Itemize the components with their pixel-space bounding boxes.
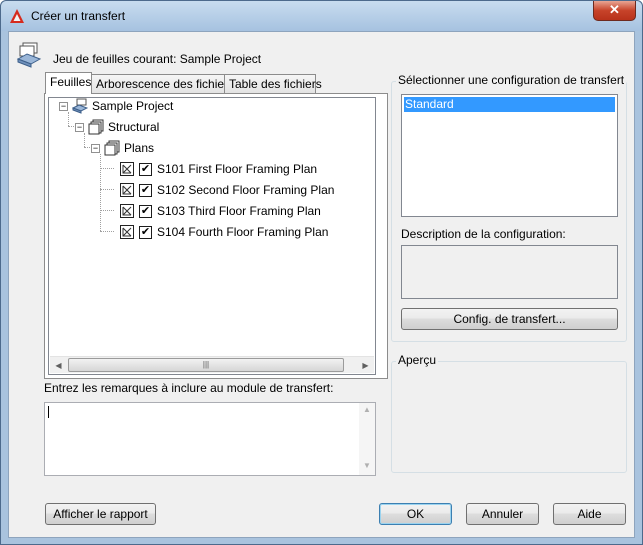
- scroll-thumb[interactable]: |||: [68, 358, 344, 372]
- help-button[interactable]: Aide: [553, 503, 626, 525]
- sheet-checkbox[interactable]: ✔: [139, 163, 152, 176]
- current-sheet-set-label: Jeu de feuilles courant: Sample Project: [53, 52, 262, 66]
- dialog-client-area: Jeu de feuilles courant: Sample Project …: [8, 31, 635, 538]
- sheet-icon: [120, 162, 134, 176]
- sheet-checkbox[interactable]: ✔: [139, 226, 152, 239]
- autocad-app-icon: [10, 9, 24, 23]
- dialog-window: Créer un transfert ✕ Jeu de feuilles cou…: [0, 0, 643, 545]
- collapse-icon[interactable]: −: [91, 144, 100, 153]
- sheet-label: S103 Third Floor Framing Plan: [157, 204, 321, 218]
- sheet-label: S101 First Floor Framing Plan: [157, 162, 318, 176]
- scroll-left-icon[interactable]: ◀: [50, 357, 67, 374]
- tab-file-table[interactable]: Table des fichiers: [224, 74, 322, 93]
- tree-node-sheet[interactable]: ✔ S103 Third Floor Framing Plan: [49, 203, 369, 219]
- tree-node-sheet[interactable]: ✔ S101 First Floor Framing Plan: [49, 161, 369, 177]
- sheet-icon: [120, 225, 134, 239]
- config-description-box: [401, 245, 618, 299]
- tree-node-plans-label: Plans: [124, 141, 155, 155]
- sheets-tab-panel: − Sample Project − Structural − Plans ✔ …: [44, 93, 388, 379]
- sheet-set-icon: [16, 42, 42, 68]
- sheet-label: S104 Fourth Floor Framing Plan: [157, 225, 329, 239]
- sheet-set-node-icon: [72, 98, 88, 114]
- preview-group: [391, 361, 627, 473]
- tree-node-sheet[interactable]: ✔ S104 Fourth Floor Framing Plan: [49, 224, 369, 240]
- ok-button[interactable]: OK: [379, 503, 452, 525]
- cancel-button[interactable]: Annuler: [466, 503, 539, 525]
- tree-node-root-label: Sample Project: [92, 99, 174, 113]
- sheet-icon: [120, 204, 134, 218]
- remarks-textarea[interactable]: ▲ ▼: [44, 402, 376, 476]
- config-description-label: Description de la configuration:: [401, 227, 566, 241]
- tree-node-subset-structural[interactable]: − Structural: [49, 119, 369, 135]
- remarks-label: Entrez les remarques à inclure au module…: [44, 381, 334, 395]
- config-list-item-selected[interactable]: Standard: [404, 97, 615, 112]
- title-bar[interactable]: Créer un transfert ✕: [1, 1, 642, 31]
- window-title: Créer un transfert: [31, 9, 126, 23]
- collapse-icon[interactable]: −: [75, 123, 84, 132]
- sheet-tree[interactable]: − Sample Project − Structural − Plans ✔ …: [48, 97, 376, 375]
- scroll-up-icon[interactable]: ▲: [363, 405, 371, 414]
- subset-icon: [104, 140, 120, 156]
- show-report-button[interactable]: Afficher le rapport: [45, 503, 156, 525]
- tab-file-tree[interactable]: Arborescence des fichiers: [91, 74, 234, 93]
- sheet-icon: [120, 183, 134, 197]
- transfer-config-button[interactable]: Config. de transfert...: [401, 308, 618, 330]
- tree-node-root[interactable]: − Sample Project: [49, 98, 369, 114]
- subset-icon: [88, 119, 104, 135]
- horizontal-scrollbar[interactable]: ◀ ||| ▶: [50, 356, 374, 373]
- sheet-checkbox[interactable]: ✔: [139, 205, 152, 218]
- sheet-label: S102 Second Floor Framing Plan: [157, 183, 335, 197]
- config-listbox[interactable]: Standard: [401, 94, 618, 217]
- tree-node-subset-plans[interactable]: − Plans: [49, 140, 369, 156]
- tab-sheets[interactable]: Feuilles: [45, 72, 92, 94]
- tree-node-sheet[interactable]: ✔ S102 Second Floor Framing Plan: [49, 182, 369, 198]
- close-button[interactable]: ✕: [593, 1, 636, 21]
- sheet-checkbox[interactable]: ✔: [139, 184, 152, 197]
- vertical-scrollbar[interactable]: ▲ ▼: [359, 403, 375, 475]
- collapse-icon[interactable]: −: [59, 102, 68, 111]
- scroll-down-icon[interactable]: ▼: [363, 461, 371, 470]
- tree-node-structural-label: Structural: [108, 120, 160, 134]
- text-caret: [48, 406, 49, 418]
- config-group-label: Sélectionner une configuration de transf…: [396, 73, 627, 87]
- scroll-right-icon[interactable]: ▶: [357, 357, 374, 374]
- preview-group-label: Aperçu: [396, 353, 439, 367]
